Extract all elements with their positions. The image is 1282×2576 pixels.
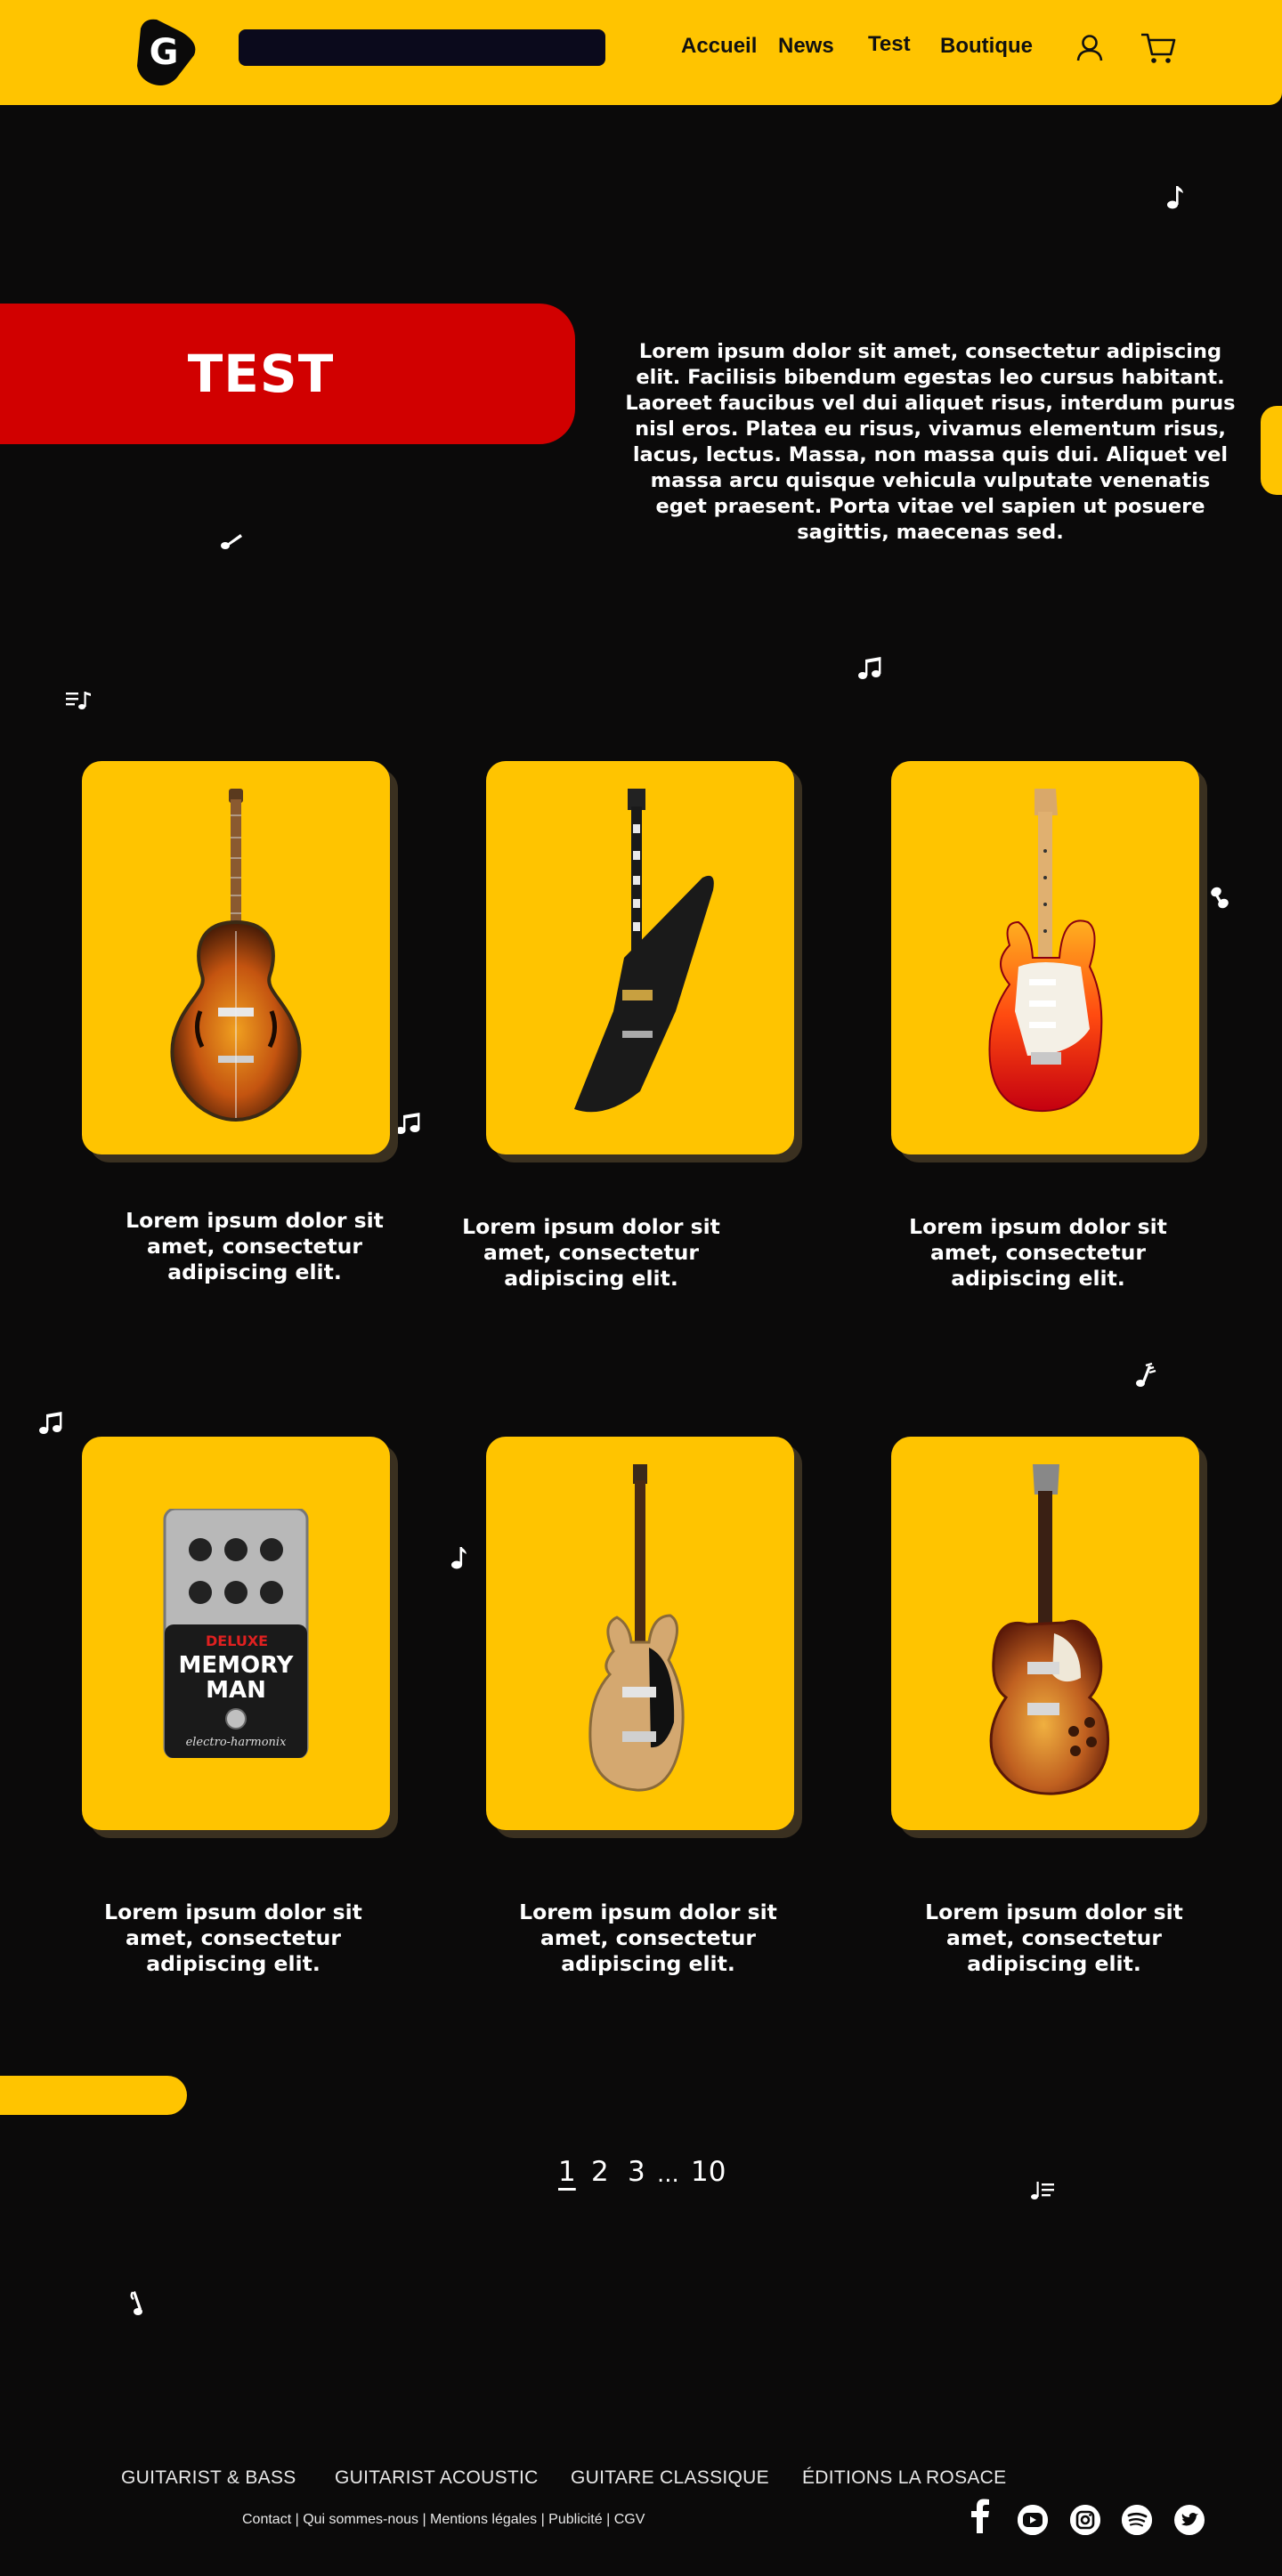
site-header: G Accueil News Test Boutique — [0, 0, 1282, 105]
nav-boutique[interactable]: Boutique — [940, 34, 1033, 59]
les-paul-guitar-image — [989, 1464, 1110, 1795]
product-caption: Lorem ipsum dolor sit amet, consectetur … — [462, 1214, 720, 1291]
footer-link-guitarist-acoustic[interactable]: GUITARIST ACOUSTIC — [335, 2467, 539, 2489]
music-note-icon — [130, 2291, 142, 2315]
effects-pedal-image: DELUXE MEMORY MAN electro-harmonix — [163, 1509, 309, 1758]
facebook-icon[interactable] — [970, 2498, 991, 2533]
beamed-notes-icon — [39, 1412, 62, 1434]
nav-test[interactable]: Test — [868, 32, 911, 57]
logo-icon[interactable]: G — [132, 16, 199, 87]
music-notes-icon — [1136, 1362, 1156, 1387]
nav-accueil[interactable]: Accueil — [681, 34, 757, 59]
youtube-icon[interactable] — [1018, 2505, 1048, 2535]
footer-link-guitare-classique[interactable]: GUITARE CLASSIQUE — [571, 2467, 769, 2489]
logo-letter: G — [150, 32, 179, 73]
page-ellipsis: ... — [657, 2161, 679, 2188]
pedal-brand-text: DELUXE — [206, 1632, 268, 1649]
playlist-icon — [1031, 2182, 1054, 2199]
product-caption: Lorem ipsum dolor sit amet, consectetur … — [909, 1214, 1167, 1291]
cart-icon[interactable] — [1140, 30, 1177, 66]
pedal-maker-text: electro-harmonix — [186, 1736, 288, 1749]
search-input[interactable] — [239, 29, 605, 66]
product-caption: Lorem ipsum dolor sit amet, consectetur … — [925, 1900, 1183, 1976]
music-note-icon — [221, 534, 242, 549]
beamed-notes-icon — [395, 1113, 420, 1134]
product-card[interactable] — [486, 761, 794, 1154]
bass-guitar-image — [588, 1464, 685, 1792]
page-link-3[interactable]: 3 — [628, 2156, 645, 2188]
product-card[interactable] — [891, 761, 1199, 1154]
user-icon[interactable] — [1074, 32, 1106, 64]
footer-link-guitarist-bass[interactable]: GUITARIST & BASS — [121, 2467, 296, 2489]
hero-title: TEST — [187, 344, 335, 404]
hero-description: Lorem ipsum dolor sit amet, consectetur … — [625, 340, 1236, 544]
product-caption: Lorem ipsum dolor sit amet, consectetur … — [126, 1208, 384, 1284]
music-note-icon — [1211, 887, 1229, 909]
archtop-guitar-image — [170, 789, 302, 1122]
decorative-bar — [0, 2076, 187, 2115]
pedal-name-text: MAN — [206, 1677, 266, 1704]
stratocaster-guitar-image — [988, 789, 1103, 1113]
page-link-10[interactable]: 10 — [691, 2156, 726, 2188]
product-card[interactable] — [486, 1437, 794, 1830]
side-tab[interactable] — [1261, 406, 1282, 495]
product-card[interactable] — [82, 761, 390, 1154]
twitter-icon[interactable] — [1174, 2505, 1205, 2535]
music-note-icon — [451, 1547, 467, 1569]
page-link-2[interactable]: 2 — [591, 2156, 609, 2188]
nav-news[interactable]: News — [778, 34, 834, 59]
music-note-icon — [1167, 186, 1183, 209]
explorer-guitar-image — [574, 789, 714, 1113]
hero-title-banner: TEST — [0, 304, 575, 444]
footer-link-editions-la-rosace[interactable]: ÉDITIONS LA ROSACE — [802, 2467, 1006, 2489]
product-card[interactable] — [891, 1437, 1199, 1830]
footer-legal-links[interactable]: Contact | Qui sommes-nous | Mentions lég… — [242, 2512, 645, 2528]
pedal-name-text: MEMORY — [178, 1652, 294, 1679]
playlist-icon — [66, 692, 91, 709]
product-caption: Lorem ipsum dolor sit amet, consectetur … — [104, 1900, 362, 1976]
page-link-1[interactable]: 1 — [558, 2156, 576, 2188]
beamed-notes-icon — [858, 657, 881, 679]
product-caption: Lorem ipsum dolor sit amet, consectetur … — [519, 1900, 777, 1976]
instagram-icon[interactable] — [1070, 2505, 1100, 2535]
product-card[interactable]: DELUXE MEMORY MAN electro-harmonix — [82, 1437, 390, 1830]
spotify-icon[interactable] — [1122, 2505, 1152, 2535]
